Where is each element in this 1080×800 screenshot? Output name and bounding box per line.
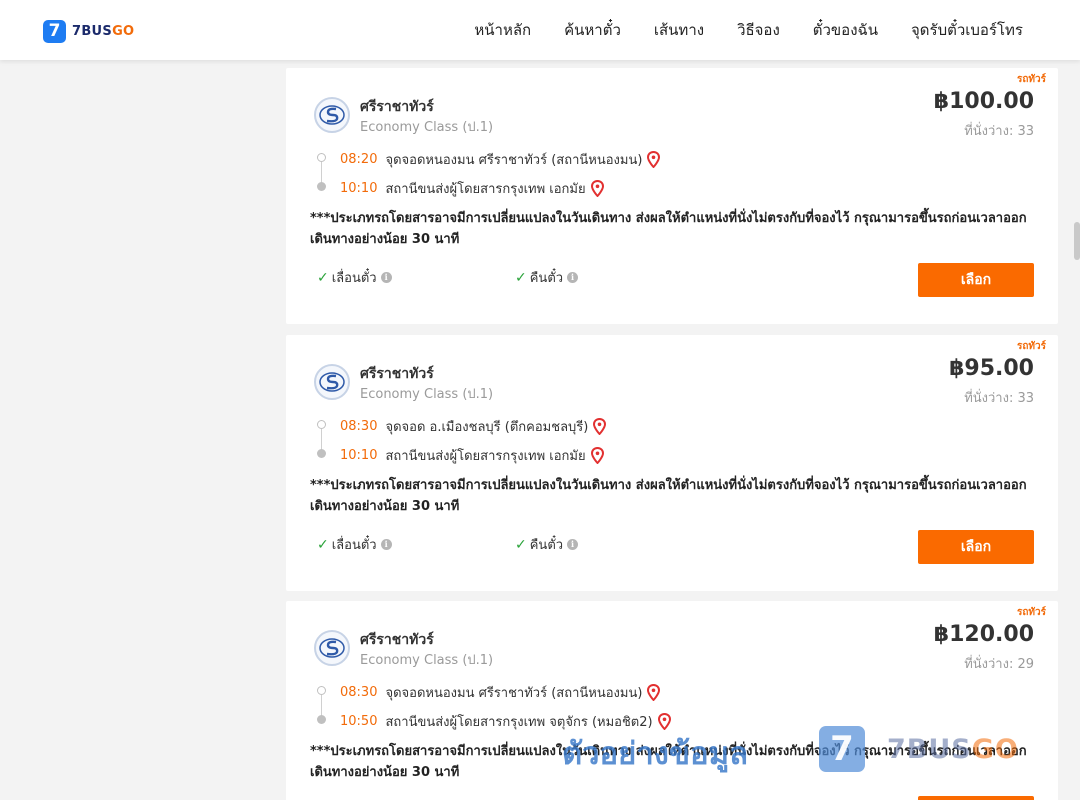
arrival-stop: 10:10 สถานีขนส่งผู้โดยสารกรุงเทพ เอกมัย: [340, 445, 604, 466]
departure-time: 08:30: [340, 685, 378, 700]
info-icon[interactable]: i: [567, 539, 579, 550]
ticket-price: ฿120.00: [933, 622, 1034, 647]
nav-search-ticket[interactable]: ค้นหาตั๋ว: [564, 18, 621, 42]
bus-class: Economy Class (ป.1): [360, 387, 494, 402]
logo-text-main: 7BUS: [72, 23, 113, 39]
bus-class: Economy Class (ป.1): [360, 120, 494, 135]
departure-time: 08:30: [340, 419, 378, 434]
watermark-logo-icon: 7: [819, 726, 865, 772]
operator-name: ศรีราชาทัวร์: [360, 99, 434, 115]
site-logo[interactable]: 7 7BUSGO: [43, 19, 134, 43]
departure-place: จุดจอดหนองมน ศรีราชาทัวร์ (สถานีหนองมน): [385, 153, 643, 168]
check-icon: ✓: [515, 536, 527, 553]
nav-home[interactable]: หน้าหลัก: [474, 18, 531, 42]
arrival-time: 10:10: [340, 181, 378, 196]
select-trip-button[interactable]: เลือก: [918, 530, 1034, 564]
watermark-brand-go: GO: [971, 734, 1019, 765]
logo-text: 7BUSGO: [72, 24, 134, 39]
nav-my-tickets[interactable]: ตั๋วของฉัน: [813, 18, 878, 42]
policy-refund-label: คืนตั๋ว: [529, 271, 564, 286]
trip-card: รถทัวร์ ศรีราชาทัวร์ Economy Class (ป.1)…: [286, 335, 1058, 591]
seats-available: ที่นั่งว่าง: 33: [964, 391, 1034, 406]
policy-refund-ticket[interactable]: ✓ คืนตั๋ว i: [515, 534, 579, 555]
departure-place: จุดจอด อ.เมืองชลบุรี (ตึกคอมชลบุรี): [385, 420, 589, 435]
info-icon[interactable]: i: [380, 272, 392, 283]
check-icon: ✓: [317, 269, 329, 286]
departure-stop: 08:20 จุดจอดหนองมน ศรีราชาทัวร์ (สถานีหน…: [340, 149, 661, 170]
info-icon[interactable]: i: [380, 539, 392, 550]
map-pin-icon[interactable]: [593, 418, 607, 435]
departure-dot-icon: [317, 153, 326, 162]
watermark-brand-main: 7BUS: [887, 734, 972, 765]
seats-available: ที่นั่งว่าง: 33: [964, 124, 1034, 139]
departure-dot-icon: [317, 420, 326, 429]
info-icon[interactable]: i: [567, 272, 579, 283]
arrival-place: สถานีขนส่งผู้โดยสารกรุงเทพ เอกมัย: [385, 182, 586, 197]
nav-how-to-book[interactable]: วิธีจอง: [737, 18, 780, 42]
operator-name: ศรีราชาทัวร์: [360, 366, 434, 382]
bus-type-badge: รถทัวร์: [1016, 607, 1046, 618]
top-header: 7 7BUSGO หน้าหลัก ค้นหาตั๋ว เส้นทาง วิธี…: [0, 0, 1080, 60]
arrival-time: 10:10: [340, 448, 378, 463]
map-pin-icon[interactable]: [647, 684, 661, 701]
logo-mark: 7: [43, 19, 66, 43]
watermark-text: ตัวอย่างข้อมูล: [562, 736, 749, 772]
select-trip-button[interactable]: เลือก: [918, 263, 1034, 297]
arrival-stop: 10:10 สถานีขนส่งผู้โดยสารกรุงเทพ เอกมัย: [340, 178, 604, 199]
trip-notice: ***ประเภทรถโดยสารอาจมีการเปลี่ยนแปลงในวั…: [310, 478, 1027, 514]
policy-change-label: เลื่อนตั๋ว: [331, 538, 377, 553]
ticket-price: ฿100.00: [933, 89, 1034, 114]
departure-time: 08:20: [340, 152, 378, 167]
logo-text-go: GO: [112, 23, 135, 39]
departure-stop: 08:30 จุดจอดหนองมน ศรีราชาทัวร์ (สถานีหน…: [340, 682, 661, 703]
map-pin-icon[interactable]: [647, 151, 661, 168]
operator-logo-icon: [314, 364, 350, 400]
check-icon: ✓: [317, 536, 329, 553]
ticket-price: ฿95.00: [949, 356, 1034, 381]
arrival-dot-icon: [317, 449, 326, 458]
map-pin-icon[interactable]: [590, 180, 604, 197]
nav-routes[interactable]: เส้นทาง: [654, 18, 704, 42]
departure-place: จุดจอดหนองมน ศรีราชาทัวร์ (สถานีหนองมน): [385, 686, 643, 701]
map-pin-icon[interactable]: [590, 447, 604, 464]
operator-logo-icon: [314, 630, 350, 666]
bus-class: Economy Class (ป.1): [360, 653, 494, 668]
watermark-brand: 7BUSGO: [887, 734, 1019, 765]
departure-stop: 08:30 จุดจอด อ.เมืองชลบุรี (ตึกคอมชลบุรี…: [340, 416, 607, 437]
main-nav: หน้าหลัก ค้นหาตั๋ว เส้นทาง วิธีจอง ตั๋วข…: [441, 0, 1023, 60]
check-icon: ✓: [515, 269, 527, 286]
nav-ticket-pickup[interactable]: จุดรับตั๋วเบอร์โทร: [911, 18, 1023, 42]
operator-logo-icon: [314, 97, 350, 133]
trip-card: รถทัวร์ ศรีราชาทัวร์ Economy Class (ป.1)…: [286, 68, 1058, 324]
policy-change-label: เลื่อนตั๋ว: [331, 271, 377, 286]
policy-refund-label: คืนตั๋ว: [529, 538, 564, 553]
scrollbar-thumb[interactable]: [1074, 222, 1080, 260]
bus-type-badge: รถทัวร์: [1016, 341, 1046, 352]
arrival-dot-icon: [317, 182, 326, 191]
bus-type-badge: รถทัวร์: [1016, 74, 1046, 85]
policy-change-ticket[interactable]: ✓ เลื่อนตั๋ว i: [317, 267, 392, 288]
seats-available: ที่นั่งว่าง: 29: [964, 657, 1034, 672]
operator-name: ศรีราชาทัวร์: [360, 632, 434, 648]
arrival-dot-icon: [317, 715, 326, 724]
arrival-time: 10:50: [340, 714, 378, 729]
arrival-place: สถานีขนส่งผู้โดยสารกรุงเทพ เอกมัย: [385, 449, 586, 464]
departure-dot-icon: [317, 686, 326, 695]
trip-notice: ***ประเภทรถโดยสารอาจมีการเปลี่ยนแปลงในวั…: [310, 211, 1027, 247]
select-trip-button[interactable]: [918, 796, 1034, 800]
policy-refund-ticket[interactable]: ✓ คืนตั๋ว i: [515, 267, 579, 288]
policy-change-ticket[interactable]: ✓ เลื่อนตั๋ว i: [317, 534, 392, 555]
